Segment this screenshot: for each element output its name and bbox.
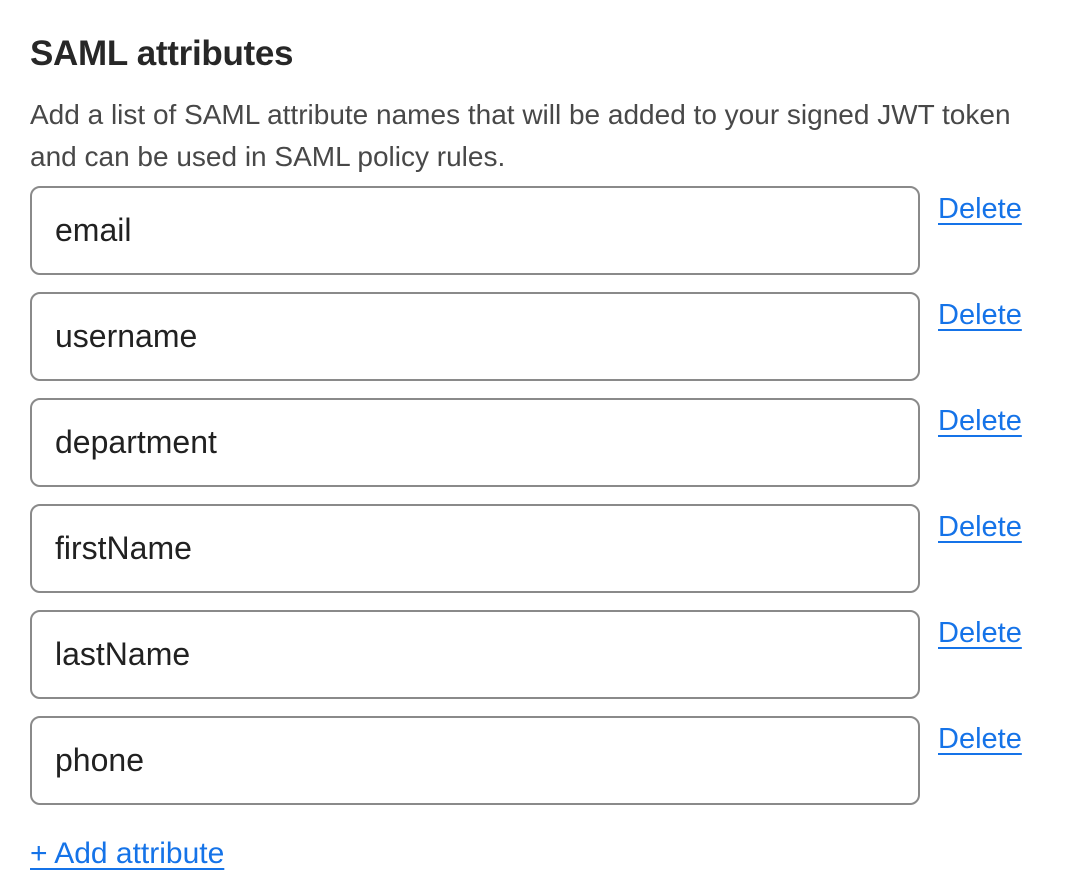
attribute-input[interactable] [30, 610, 920, 699]
attribute-list: Delete Delete Delete Delete Delete Delet… [30, 186, 1036, 805]
attribute-row: Delete [30, 716, 1036, 805]
attribute-input[interactable] [30, 398, 920, 487]
saml-attributes-section: SAML attributes Add a list of SAML attri… [0, 0, 1066, 872]
attribute-input[interactable] [30, 186, 920, 275]
delete-attribute-link[interactable]: Delete [938, 722, 1022, 756]
attribute-input[interactable] [30, 292, 920, 381]
attribute-row: Delete [30, 610, 1036, 699]
attribute-row: Delete [30, 186, 1036, 275]
delete-attribute-link[interactable]: Delete [938, 404, 1022, 438]
attribute-input[interactable] [30, 716, 920, 805]
delete-attribute-link[interactable]: Delete [938, 298, 1022, 332]
attribute-row: Delete [30, 398, 1036, 487]
delete-attribute-link[interactable]: Delete [938, 192, 1022, 226]
add-attribute-link[interactable]: + Add attribute [30, 836, 224, 872]
section-title: SAML attributes [30, 34, 1036, 74]
section-description: Add a list of SAML attribute names that … [30, 94, 1040, 178]
delete-attribute-link[interactable]: Delete [938, 510, 1022, 544]
attribute-row: Delete [30, 504, 1036, 593]
delete-attribute-link[interactable]: Delete [938, 616, 1022, 650]
attribute-input[interactable] [30, 504, 920, 593]
attribute-row: Delete [30, 292, 1036, 381]
